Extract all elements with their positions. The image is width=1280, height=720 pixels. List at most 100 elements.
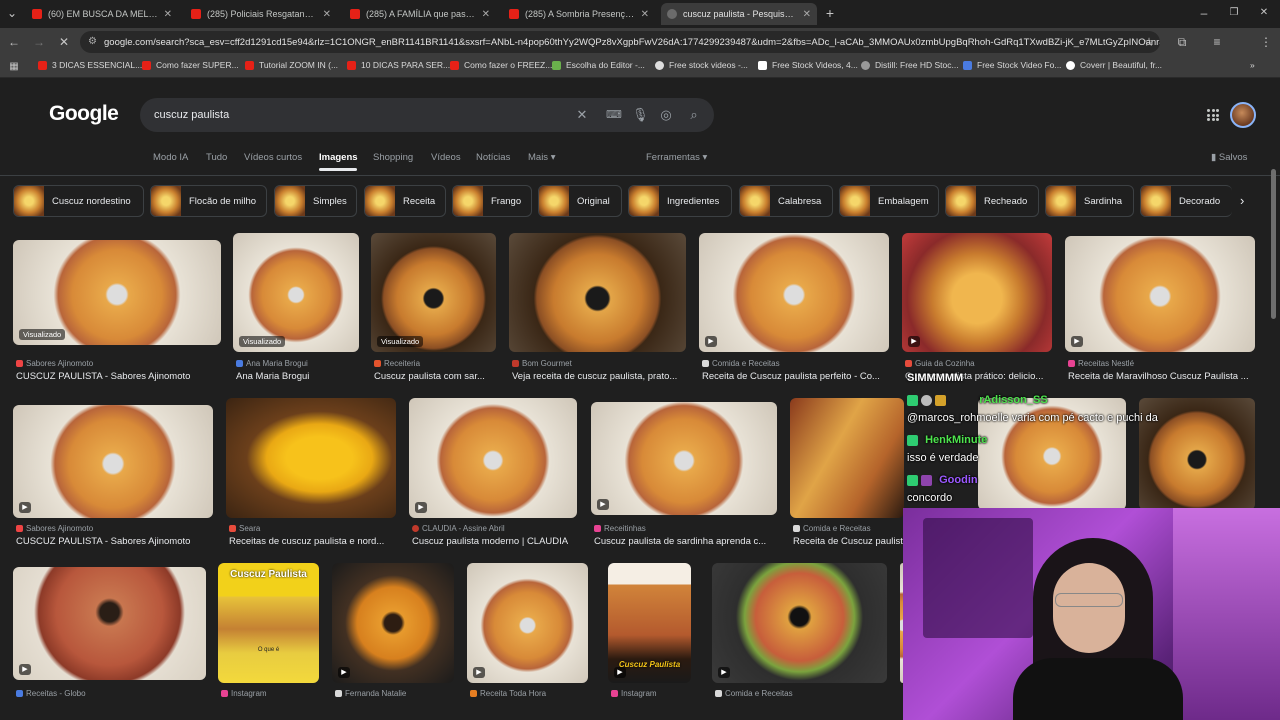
- bookmark-item[interactable]: Coverr | Beautiful, fr...: [1066, 60, 1162, 70]
- result-source[interactable]: Comida e Receitas: [702, 359, 780, 368]
- image-result[interactable]: ▶ Comida e Receitas Receita de Cuscuz pa…: [699, 233, 889, 390]
- result-source[interactable]: CLAUDIA - Assine Abril: [412, 524, 505, 533]
- result-source[interactable]: Instagram: [221, 689, 267, 698]
- restore-icon[interactable]: ❐: [1226, 5, 1242, 21]
- apps-icon[interactable]: ▦: [6, 59, 22, 75]
- menu-icon[interactable]: ⋮: [1258, 34, 1274, 50]
- result-title[interactable]: Cuscuz paulista de sardinha aprenda c...: [594, 536, 777, 547]
- nav-modo-ia[interactable]: Modo IA: [153, 152, 188, 163]
- bookmark-item[interactable]: 10 DICAS PARA SER...: [347, 60, 450, 70]
- result-title[interactable]: Receita de Cuscuz paulist: [793, 536, 904, 547]
- image-result[interactable]: ▶ CLAUDIA - Assine Abril Cuscuz paulista…: [409, 398, 577, 555]
- result-title[interactable]: Receita de Cuscuz paulista perfeito - Co…: [702, 371, 889, 382]
- site-info-icon[interactable]: ⚙: [88, 36, 97, 47]
- bookmark-item[interactable]: Tutorial ZOOM IN (...: [245, 60, 338, 70]
- nav-videos[interactable]: Vídeos: [431, 152, 461, 163]
- tab-2[interactable]: (285) Policiais Resgatando Hom✕: [185, 3, 337, 25]
- bookmark-item[interactable]: Como fazer SUPER...: [142, 60, 239, 70]
- window-close-icon[interactable]: ✕: [1256, 5, 1272, 21]
- nav-imagens[interactable]: Imagens: [319, 152, 358, 163]
- image-result[interactable]: Comida e Receitas Receita de Cuscuz paul…: [790, 398, 904, 555]
- bookmark-item[interactable]: Escolha do Editor -...: [552, 60, 645, 70]
- result-source[interactable]: Receitas Nestlé: [1068, 359, 1134, 368]
- address-bar[interactable]: ⚙ google.com/search?sca_esv=cff2d1291cd1…: [80, 31, 1160, 53]
- bookmark-star-icon[interactable]: ☆: [1141, 34, 1157, 50]
- result-title[interactable]: Cuscuz paulista moderno | CLAUDIA: [412, 536, 577, 547]
- result-title[interactable]: CUSCUZ PAULISTA - Sabores Ajinomoto: [16, 371, 221, 382]
- image-result[interactable]: ▶ Receitinhas Cuscuz paulista de sardinh…: [591, 402, 777, 555]
- chip-simples[interactable]: Simples: [274, 185, 357, 217]
- google-logo[interactable]: Google: [49, 102, 119, 126]
- result-image[interactable]: [226, 398, 396, 518]
- result-source[interactable]: Comida e Receitas: [715, 689, 793, 698]
- result-image[interactable]: ▶: [699, 233, 889, 352]
- result-source[interactable]: Bom Gourmet: [512, 359, 572, 368]
- nav-shopping[interactable]: Shopping: [373, 152, 413, 163]
- image-result[interactable]: Seara Receitas de cuscuz paulista e nord…: [226, 398, 396, 555]
- close-icon[interactable]: ✕: [641, 9, 649, 20]
- page-scrollbar[interactable]: [1271, 169, 1276, 319]
- bookmark-item[interactable]: Distill: Free HD Stoc...: [861, 60, 959, 70]
- result-title[interactable]: Receitas de cuscuz paulista e nord...: [229, 536, 396, 547]
- close-icon[interactable]: ✕: [482, 9, 490, 20]
- image-result[interactable]: ▶ Comida e Receitas: [712, 563, 887, 720]
- bookmark-item[interactable]: Como fazer o FREEZ...: [450, 60, 552, 70]
- result-image[interactable]: [790, 398, 904, 518]
- result-source[interactable]: Sabores Ajinomoto: [16, 359, 93, 368]
- result-title[interactable]: Ana Maria Brogui: [236, 371, 359, 382]
- result-image[interactable]: ▶: [712, 563, 887, 683]
- chip-cuscuz-nordestino[interactable]: Cuscuz nordestino: [13, 185, 144, 217]
- close-icon[interactable]: ✕: [164, 9, 172, 20]
- result-image[interactable]: Visualizado: [13, 240, 221, 345]
- image-result[interactable]: ▶ Receita Toda Hora: [467, 563, 588, 720]
- more-bookmarks-icon[interactable]: »: [1250, 60, 1255, 70]
- image-result[interactable]: Bom Gourmet Veja receita de cuscuz pauli…: [509, 233, 686, 390]
- clear-icon[interactable]: ✕: [574, 107, 590, 123]
- result-source[interactable]: Fernanda Natalie: [335, 689, 406, 698]
- result-image[interactable]: ▶: [332, 563, 454, 683]
- search-box[interactable]: cuscuz paulista ✕ ⌨ 🎙 ◎ ⌕: [140, 98, 714, 132]
- forward-icon[interactable]: →: [31, 34, 47, 50]
- tab-3[interactable]: (285) A FAMÍLIA que passou de✕: [344, 3, 496, 25]
- result-source[interactable]: Ana Maria Brogui: [236, 359, 308, 368]
- result-title[interactable]: Cuscuz paulista com sar...: [374, 371, 496, 382]
- image-result[interactable]: Visualizado Receiteria Cuscuz paulista c…: [371, 233, 496, 390]
- result-source[interactable]: Sabores Ajinomoto: [16, 524, 93, 533]
- chip-calabresa[interactable]: Calabresa: [739, 185, 833, 217]
- close-icon[interactable]: ✕: [803, 9, 811, 20]
- close-icon[interactable]: ✕: [323, 9, 331, 20]
- chip-receita[interactable]: Receita: [364, 185, 446, 217]
- result-source[interactable]: Receiteria: [374, 359, 420, 368]
- result-title[interactable]: CUSCUZ PAULISTA - Sabores Ajinomoto: [16, 536, 213, 547]
- new-tab-icon[interactable]: +: [822, 5, 838, 21]
- result-image[interactable]: [509, 233, 686, 352]
- image-result[interactable]: Cuscuz Paulista O que é Instagram: [218, 563, 319, 720]
- result-source[interactable]: Seara: [229, 524, 260, 533]
- minimize-icon[interactable]: –: [1196, 5, 1212, 21]
- google-apps-icon[interactable]: [1207, 109, 1219, 121]
- extensions-icon[interactable]: ⧉: [1174, 34, 1190, 50]
- result-image[interactable]: ▶: [13, 567, 206, 680]
- saved-button[interactable]: ▮ Salvos: [1211, 152, 1247, 163]
- search-icon[interactable]: ⌕: [686, 107, 702, 123]
- result-source[interactable]: Receitinhas: [594, 524, 646, 533]
- result-title[interactable]: Veja receita de cuscuz paulista, prato..…: [512, 371, 686, 382]
- image-result[interactable]: Visualizado Ana Maria Brogui Ana Maria B…: [233, 233, 359, 390]
- keyboard-icon[interactable]: ⌨: [606, 107, 622, 123]
- result-image[interactable]: ▶: [467, 563, 588, 683]
- nav-mais[interactable]: Mais ▾: [528, 152, 555, 163]
- result-image[interactable]: Visualizado: [371, 233, 496, 352]
- result-source[interactable]: Receita Toda Hora: [470, 689, 546, 698]
- result-image[interactable]: ▶: [1065, 236, 1255, 352]
- chip-recheado[interactable]: Recheado: [945, 185, 1039, 217]
- tab-5-active[interactable]: cuscuz paulista - Pesquisa Goo ✕: [661, 3, 817, 25]
- account-avatar[interactable]: [1230, 102, 1256, 128]
- nav-noticias[interactable]: Notícias: [476, 152, 510, 163]
- chip-original[interactable]: Original: [538, 185, 622, 217]
- bookmark-item[interactable]: Free Stock Videos, 4...: [758, 60, 858, 70]
- chip-ingredientes[interactable]: Ingredientes: [628, 185, 732, 217]
- tab-4[interactable]: (285) A Sombria Presença de S✕: [503, 3, 655, 25]
- image-result[interactable]: ▶ Receitas Nestlé Receita de Maravilhoso…: [1065, 236, 1255, 390]
- microphone-icon[interactable]: 🎙: [632, 107, 649, 123]
- bookmark-item[interactable]: Free stock videos -...: [655, 60, 748, 70]
